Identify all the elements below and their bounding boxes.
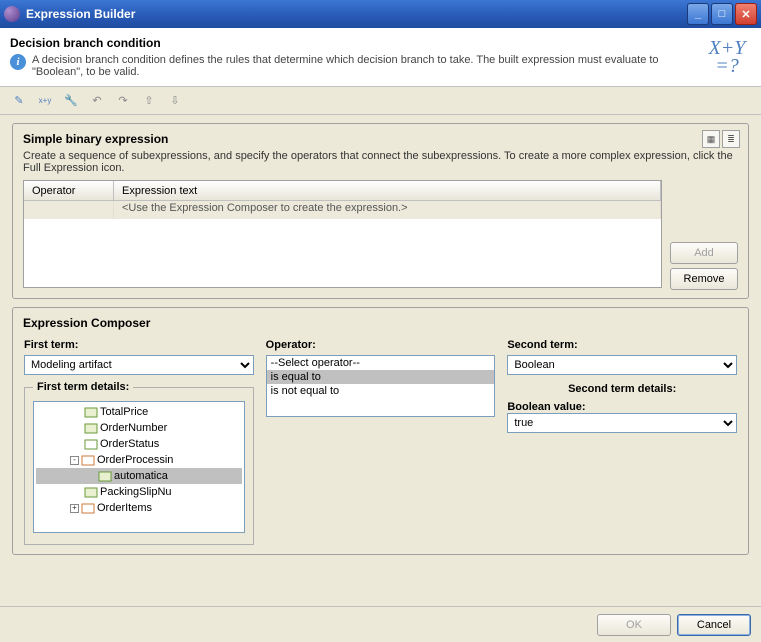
composer-title: Expression Composer: [23, 316, 738, 330]
collapse-icon[interactable]: -: [70, 456, 79, 465]
artifact-tree[interactable]: TotalPrice OrderNumber OrderStatus -Orde…: [33, 401, 245, 533]
tree-node[interactable]: -OrderProcessin: [36, 452, 242, 468]
table-row[interactable]: <Use the Expression Composer to create t…: [24, 201, 661, 219]
second-term-label: Second term:: [507, 339, 737, 351]
placeholder-cell: <Use the Expression Composer to create t…: [114, 201, 661, 219]
page-description: A decision branch condition defines the …: [32, 54, 703, 78]
col-expression-text[interactable]: Expression text: [114, 181, 661, 200]
view-icon-2[interactable]: ≣: [722, 130, 740, 148]
operator-option-selected[interactable]: is equal to: [267, 370, 495, 384]
expression-composer-panel: Expression Composer First term: Modeling…: [12, 307, 749, 555]
tree-node[interactable]: PackingSlipNu: [36, 484, 242, 500]
simple-expression-panel: ▦ ≣ Simple binary expression Create a se…: [12, 123, 749, 299]
boolean-value-label: Boolean value:: [507, 401, 737, 413]
first-term-label: First term:: [24, 339, 254, 351]
operator-option[interactable]: is not equal to: [267, 384, 495, 398]
second-term-details-label: Second term details:: [507, 383, 737, 395]
page-title: Decision branch condition: [10, 36, 703, 50]
operator-label: Operator:: [266, 339, 496, 351]
cancel-button[interactable]: Cancel: [677, 614, 751, 636]
expand-icon[interactable]: +: [70, 504, 79, 513]
dialog-footer: OK Cancel: [0, 606, 761, 642]
ok-button[interactable]: OK: [597, 614, 671, 636]
expression-mode-icon[interactable]: x+y: [34, 90, 56, 112]
first-term-details: First term details: TotalPrice OrderNumb…: [24, 381, 254, 545]
first-term-details-label: First term details:: [33, 381, 133, 393]
view-icon-1[interactable]: ▦: [702, 130, 720, 148]
wrench-icon[interactable]: 🔧: [60, 90, 82, 112]
expression-table[interactable]: Operator Expression text <Use the Expres…: [23, 180, 662, 288]
col-operator[interactable]: Operator: [24, 181, 114, 200]
add-button[interactable]: Add: [670, 242, 738, 264]
toolbar: ✎ x+y 🔧 ↶ ↷ ⇧ ⇩: [0, 87, 761, 115]
window-title: Expression Builder: [26, 7, 685, 21]
maximize-button[interactable]: □: [711, 3, 733, 25]
remove-button[interactable]: Remove: [670, 268, 738, 290]
second-term-select[interactable]: Boolean: [507, 355, 737, 375]
tree-node[interactable]: OrderNumber: [36, 420, 242, 436]
minimize-button[interactable]: _: [687, 3, 709, 25]
redo-icon[interactable]: ↷: [112, 90, 134, 112]
tree-node-selected[interactable]: automatica: [36, 468, 242, 484]
tree-node[interactable]: TotalPrice: [36, 404, 242, 420]
first-term-select[interactable]: Modeling artifact: [24, 355, 254, 375]
app-icon: [4, 6, 20, 22]
expression-logo: X+Y=?: [709, 39, 746, 75]
operator-list[interactable]: --Select operator-- is equal to is not e…: [266, 355, 496, 417]
close-button[interactable]: ✕: [735, 3, 757, 25]
tree-node[interactable]: +OrderItems: [36, 500, 242, 516]
info-icon: i: [10, 54, 26, 70]
header-panel: Decision branch condition i A decision b…: [0, 28, 761, 87]
operator-option[interactable]: --Select operator--: [267, 356, 495, 370]
simple-desc: Create a sequence of subexpressions, and…: [23, 150, 738, 174]
title-bar: Expression Builder _ □ ✕: [0, 0, 761, 28]
simple-title: Simple binary expression: [23, 132, 738, 146]
boolean-value-select[interactable]: true: [507, 413, 737, 433]
edit-icon[interactable]: ✎: [8, 90, 30, 112]
up-icon[interactable]: ⇧: [138, 90, 160, 112]
tree-node[interactable]: OrderStatus: [36, 436, 242, 452]
undo-icon[interactable]: ↶: [86, 90, 108, 112]
down-icon[interactable]: ⇩: [164, 90, 186, 112]
